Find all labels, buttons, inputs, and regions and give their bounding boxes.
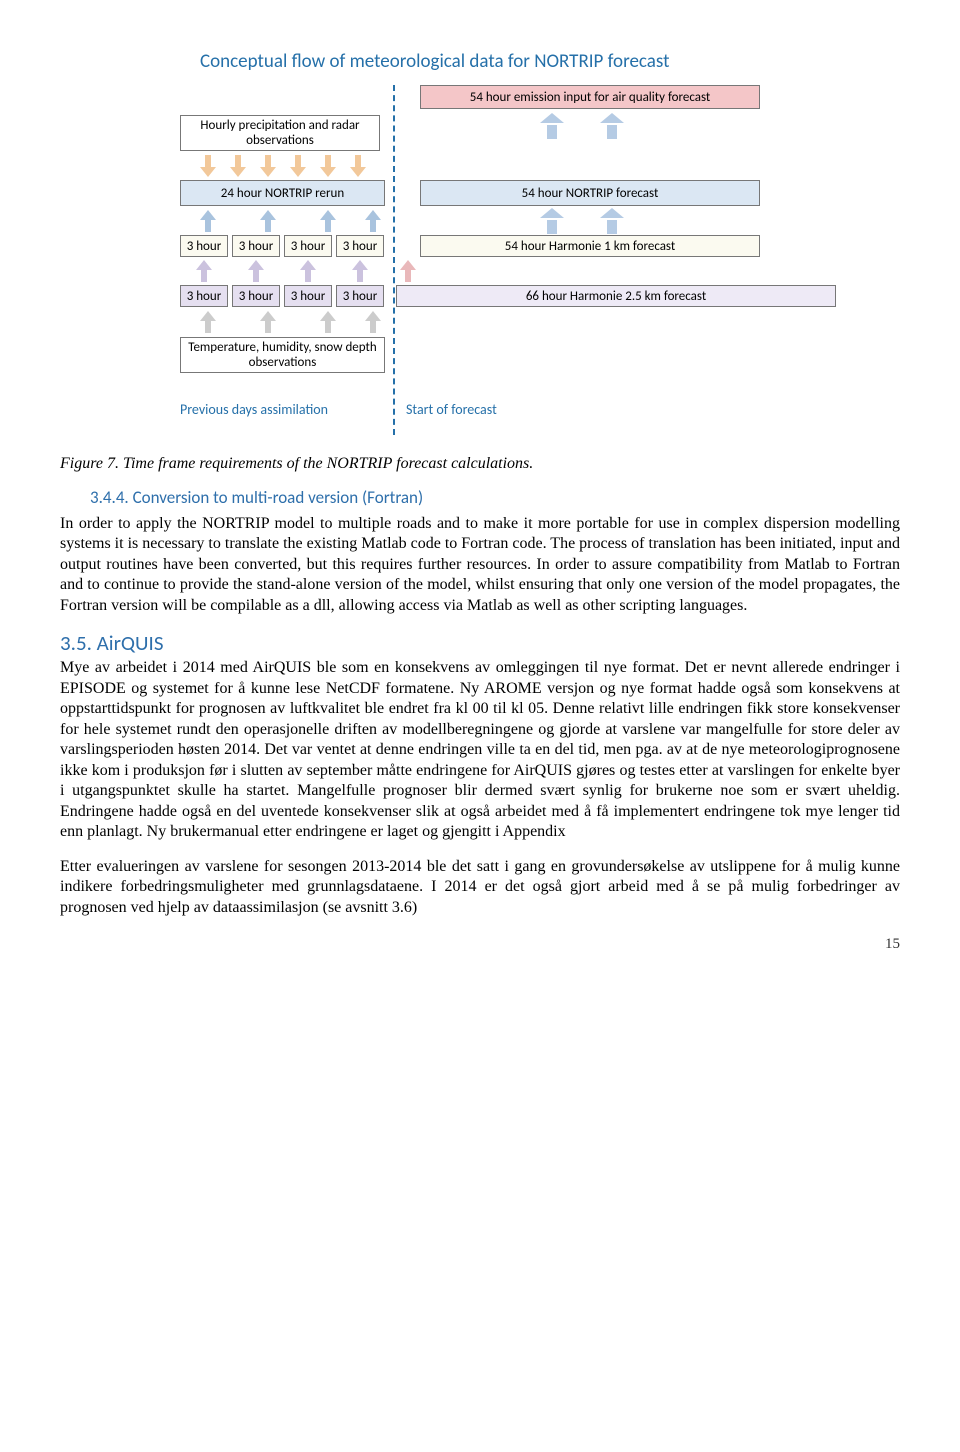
arrow-up-icon: [365, 311, 381, 333]
arrow-up-icon: [200, 311, 216, 333]
legend-previous-days: Previous days assimilation: [180, 401, 328, 418]
box-3hour: 3 hour: [336, 235, 384, 257]
arrow-up-icon: [600, 113, 624, 139]
arrow-up-icon: [320, 311, 336, 333]
box-harmonie-25km: 66 hour Harmonie 2.5 km forecast: [396, 285, 836, 307]
paragraph-344: In order to apply the NORTRIP model to m…: [60, 514, 900, 616]
box-nortrip-forecast: 54 hour NORTRIP forecast: [420, 180, 760, 206]
arrow-up-icon: [540, 113, 564, 139]
arrow-up-icon: [260, 311, 276, 333]
box-3hour: 3 hour: [284, 285, 332, 307]
paragraph-35-1: Mye av arbeidet i 2014 med AirQUIS ble s…: [60, 658, 900, 842]
arrow-up-icon: [248, 260, 264, 282]
box-3hour: 3 hour: [336, 285, 384, 307]
diagram-title: Conceptual flow of meteorological data f…: [200, 50, 860, 73]
arrow-up-icon: [320, 210, 336, 232]
arrow-down-icon: [260, 155, 276, 177]
box-3hour: 3 hour: [232, 285, 280, 307]
arrow-up-icon: [200, 210, 216, 232]
arrow-down-icon: [290, 155, 306, 177]
arrow-down-icon: [350, 155, 366, 177]
legend-start-forecast: Start of forecast: [406, 401, 497, 418]
arrow-up-icon: [300, 260, 316, 282]
arrow-up-icon: [600, 208, 624, 234]
box-nortrip-rerun: 24 hour NORTRIP rerun: [180, 180, 385, 206]
arrow-up-icon: [365, 210, 381, 232]
box-3hour: 3 hour: [180, 285, 228, 307]
arrow-down-icon: [200, 155, 216, 177]
box-emission-input: 54 hour emission input for air quality f…: [420, 85, 760, 109]
box-3hour: 3 hour: [180, 235, 228, 257]
nortrip-flow-diagram: Conceptual flow of meteorological data f…: [100, 50, 860, 435]
paragraph-35-2: Etter evalueringen av varslene for seson…: [60, 857, 900, 918]
box-harmonie-1km: 54 hour Harmonie 1 km forecast: [420, 235, 760, 257]
arrow-up-icon: [540, 208, 564, 234]
page-number: 15: [60, 936, 900, 953]
box-3hour: 3 hour: [284, 235, 332, 257]
box-temp-obs: Temperature, humidity, snow depth observ…: [180, 337, 385, 373]
arrow-down-icon: [320, 155, 336, 177]
arrow-up-icon: [196, 260, 212, 282]
arrow-up-icon: [260, 210, 276, 232]
heading-35: 3.5. AirQUIS: [60, 630, 900, 656]
figure-caption: Figure 7. Time frame requirements of the…: [60, 455, 900, 473]
heading-344: 3.4.4. Conversion to multi-road version …: [90, 487, 900, 508]
box-3hour: 3 hour: [232, 235, 280, 257]
arrow-down-icon: [230, 155, 246, 177]
forecast-start-divider: [393, 85, 395, 435]
arrow-up-icon: [352, 260, 368, 282]
diagram-stage: 54 hour emission input for air quality f…: [100, 85, 860, 435]
arrow-up-icon: [400, 260, 416, 282]
box-precip-obs: Hourly precipitation and radar observati…: [180, 115, 380, 151]
